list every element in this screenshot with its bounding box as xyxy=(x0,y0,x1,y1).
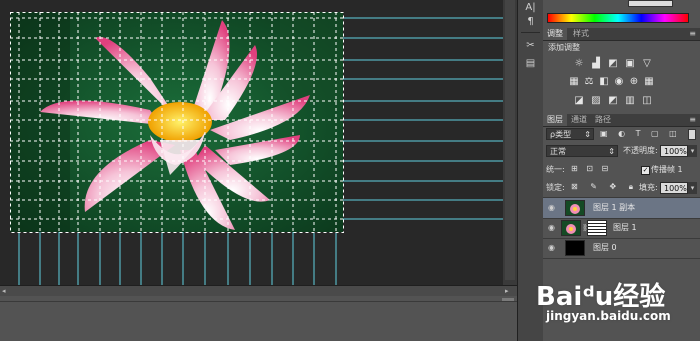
hue-saturation-icon[interactable]: ▦ xyxy=(568,76,580,87)
adjustments-heading: 添加调整 xyxy=(548,43,580,52)
vertical-guides xyxy=(18,232,337,285)
tab-layers[interactable]: 图层 xyxy=(543,114,567,126)
color-panel xyxy=(543,0,700,26)
fill-label: 填充: xyxy=(639,183,658,192)
color-spectrum-bar[interactable] xyxy=(547,13,689,23)
layer-row[interactable]: ◉ ⛓ 图层 1 xyxy=(543,218,700,239)
panel-menu-icon[interactable]: ≡ xyxy=(689,29,696,38)
visibility-eye-icon[interactable]: ◉ xyxy=(548,204,557,212)
color-value-field[interactable] xyxy=(628,0,673,7)
exposure-icon[interactable]: ▣ xyxy=(624,58,636,69)
photo-filter-icon[interactable]: ◉ xyxy=(613,76,625,87)
timeline-panel xyxy=(0,296,517,341)
color-balance-icon[interactable]: ⚖ xyxy=(583,76,595,87)
layer-row[interactable]: ◉ 图层 1 副本 xyxy=(543,198,700,219)
layer-name[interactable]: 图层 1 副本 xyxy=(593,202,635,213)
layer-mask-thumbnail xyxy=(587,220,607,236)
watermark-text: Baiᵈu经验 xyxy=(536,282,666,312)
lock-label: 锁定: xyxy=(546,183,565,192)
layer-thumbnail xyxy=(565,240,585,256)
panel-menu-icon[interactable]: ≡ xyxy=(689,115,696,124)
curves-icon[interactable]: ◩ xyxy=(607,58,619,69)
black-white-icon[interactable]: ◧ xyxy=(598,76,610,87)
unify-icons[interactable]: ⊞ ⊡ ⊟ xyxy=(571,164,611,173)
layer-name[interactable]: 图层 1 xyxy=(613,222,637,233)
layer-thumbnail xyxy=(561,220,581,236)
invert-icon[interactable]: ◪ xyxy=(573,95,585,106)
propagate-checkbox[interactable]: ✓ xyxy=(641,166,650,175)
scroll-right-arrow-icon[interactable]: ▸ xyxy=(505,288,511,295)
tab-adjustments[interactable]: 调整 xyxy=(543,28,567,40)
layer-row[interactable]: ◉ 图层 0 xyxy=(543,238,700,259)
layer-name[interactable]: 图层 0 xyxy=(593,242,617,253)
vibrance-triangle-icon[interactable]: ▽ xyxy=(641,58,653,69)
brightness-icon[interactable]: ☼ xyxy=(573,58,585,69)
layer-filter-kind-select[interactable]: ρ类型 ⇕ xyxy=(546,128,594,140)
blend-mode-value: 正常 xyxy=(550,147,566,156)
tab-styles[interactable]: 样式 xyxy=(569,28,593,40)
opacity-dropdown-icon[interactable]: ▾ xyxy=(688,145,697,157)
brush-presets-icon[interactable]: ▤ xyxy=(518,58,543,69)
propagate-label: 传播帧 1 xyxy=(651,165,683,174)
panel-collapse-handle[interactable] xyxy=(502,298,514,301)
adjustments-tabbar: 调整 样式 ≡ xyxy=(543,28,700,41)
gradient-map-icon[interactable]: ▥ xyxy=(624,95,636,106)
visibility-eye-icon[interactable]: ◉ xyxy=(548,224,557,232)
scroll-left-arrow-icon[interactable]: ◂ xyxy=(2,288,8,295)
fill-dropdown-icon[interactable]: ▾ xyxy=(688,182,697,194)
document-canvas[interactable] xyxy=(0,0,517,285)
blend-mode-select[interactable]: 正常 ⇕ xyxy=(546,145,618,157)
tab-paths[interactable]: 路径 xyxy=(591,114,615,126)
watermark-url: jingyan.baidu.com xyxy=(546,309,671,323)
dropdown-arrow-icon: ⇕ xyxy=(584,130,591,139)
layer-thumbnail xyxy=(565,200,585,216)
unify-label: 统一: xyxy=(546,165,565,174)
character-icon[interactable]: A| xyxy=(518,2,543,13)
baidu-jingyan-watermark: Baiᵈu经验 xyxy=(536,276,665,313)
channel-mixer-icon[interactable]: ⊕ xyxy=(628,76,640,87)
filter-toggle[interactable] xyxy=(688,129,696,140)
layers-tabbar: 图层 通道 路径 ≡ xyxy=(543,114,700,127)
levels-icon[interactable]: ▟ xyxy=(590,58,602,69)
paragraph-icon[interactable]: ¶ xyxy=(518,16,543,27)
lock-icons[interactable]: ⊠ ✎ ✥ 🔒︎ xyxy=(571,182,638,192)
divider xyxy=(521,32,540,33)
threshold-icon[interactable]: ◩ xyxy=(607,95,619,106)
filter-kind-value: ρ类型 xyxy=(550,130,572,139)
tools-icon[interactable]: ✂ xyxy=(518,40,543,51)
opacity-label: 不透明度: xyxy=(623,146,658,155)
visibility-eye-icon[interactable]: ◉ xyxy=(548,244,557,252)
canvas-svg xyxy=(10,0,517,285)
color-lookup-icon[interactable]: ▦ xyxy=(643,76,655,87)
layer-filter-icons[interactable]: ▣ ◐ T ▢ ◫ xyxy=(600,129,681,138)
dropdown-arrow-icon: ⇕ xyxy=(608,147,615,156)
tab-channels[interactable]: 通道 xyxy=(567,114,591,126)
horizontal-guides xyxy=(343,17,517,220)
fill-input[interactable]: 100% xyxy=(660,182,688,194)
selective-color-icon[interactable]: ◫ xyxy=(641,95,653,106)
posterize-icon[interactable]: ▨ xyxy=(590,95,602,106)
divider xyxy=(0,301,517,302)
opacity-input[interactable]: 100% xyxy=(660,145,688,157)
